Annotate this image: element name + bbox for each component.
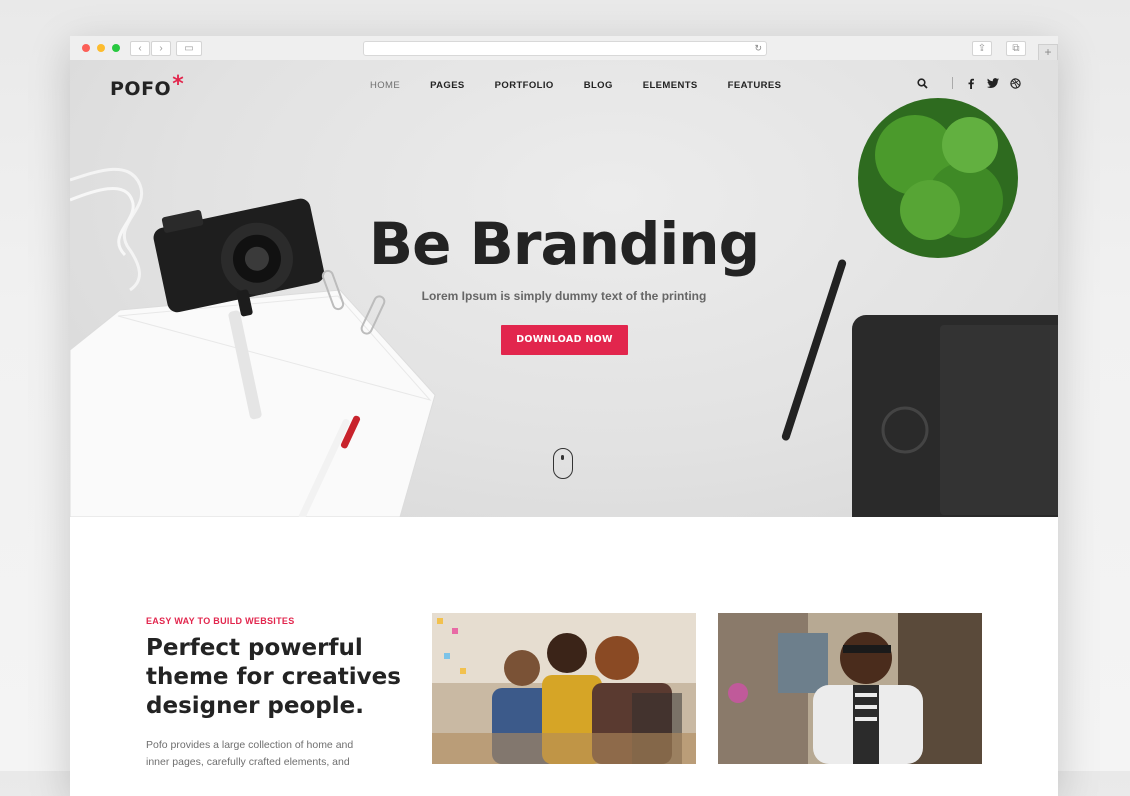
- nav-item-home[interactable]: HOME: [370, 80, 400, 91]
- main-navigation: HOME PAGES PORTFOLIO BLOG ELEMENTS FEATU…: [370, 80, 811, 91]
- reload-icon[interactable]: ↻: [754, 42, 762, 55]
- nav-item-elements[interactable]: ELEMENTS: [643, 80, 698, 91]
- address-bar[interactable]: ↻: [363, 41, 767, 56]
- designer-photo-image: [718, 613, 982, 764]
- sidebar-icon[interactable]: ▭: [176, 41, 202, 56]
- twitter-icon[interactable]: [987, 77, 999, 89]
- nav-item-portfolio[interactable]: PORTFOLIO: [495, 80, 554, 91]
- browser-toolbar: ‹ › ▭ ↻ ⇪ ⧉: [70, 36, 1058, 61]
- section-body-text: Pofo provides a large collection of home…: [146, 739, 354, 768]
- back-icon[interactable]: ‹: [130, 41, 150, 56]
- forward-icon[interactable]: ›: [151, 41, 171, 56]
- section-headline: Perfect powerful theme for creatives des…: [146, 635, 401, 719]
- browser-window: ‹ › ▭ ↻ ⇪ ⧉ + POFO* HOME PAGES PORTFOLIO…: [70, 36, 1058, 796]
- hero-section: POFO* HOME PAGES PORTFOLIO BLOG ELEMENTS…: [70, 60, 1058, 517]
- team-photo-image: [432, 613, 696, 764]
- maximize-window-button[interactable]: [112, 44, 120, 52]
- logo-star: *: [172, 72, 185, 97]
- nav-item-pages[interactable]: PAGES: [430, 80, 465, 91]
- facebook-icon[interactable]: [965, 77, 977, 89]
- minimize-window-button[interactable]: [97, 44, 105, 52]
- logo-text: POFO: [110, 78, 172, 100]
- header-tools: [916, 77, 1031, 89]
- search-icon[interactable]: [916, 77, 928, 89]
- scroll-down-mouse-icon[interactable]: [553, 448, 573, 479]
- hero-subtitle: Lorem Ipsum is simply dummy text of the …: [421, 289, 707, 303]
- share-icon[interactable]: ⇪: [972, 41, 992, 56]
- close-window-button[interactable]: [82, 44, 90, 52]
- header-divider: [952, 77, 953, 89]
- hero-title: Be Branding: [368, 210, 760, 278]
- nav-item-blog[interactable]: BLOG: [584, 80, 613, 91]
- dribbble-icon[interactable]: [1009, 77, 1021, 89]
- nav-item-features[interactable]: FEATURES: [728, 80, 782, 91]
- section-kicker: EASY WAY TO BUILD WEBSITES: [146, 616, 295, 626]
- tabs-icon[interactable]: ⧉: [1006, 41, 1026, 56]
- site-logo[interactable]: POFO*: [110, 72, 184, 101]
- download-now-button[interactable]: DOWNLOAD NOW: [501, 325, 628, 355]
- intro-section: EASY WAY TO BUILD WEBSITES Perfect power…: [70, 517, 1058, 796]
